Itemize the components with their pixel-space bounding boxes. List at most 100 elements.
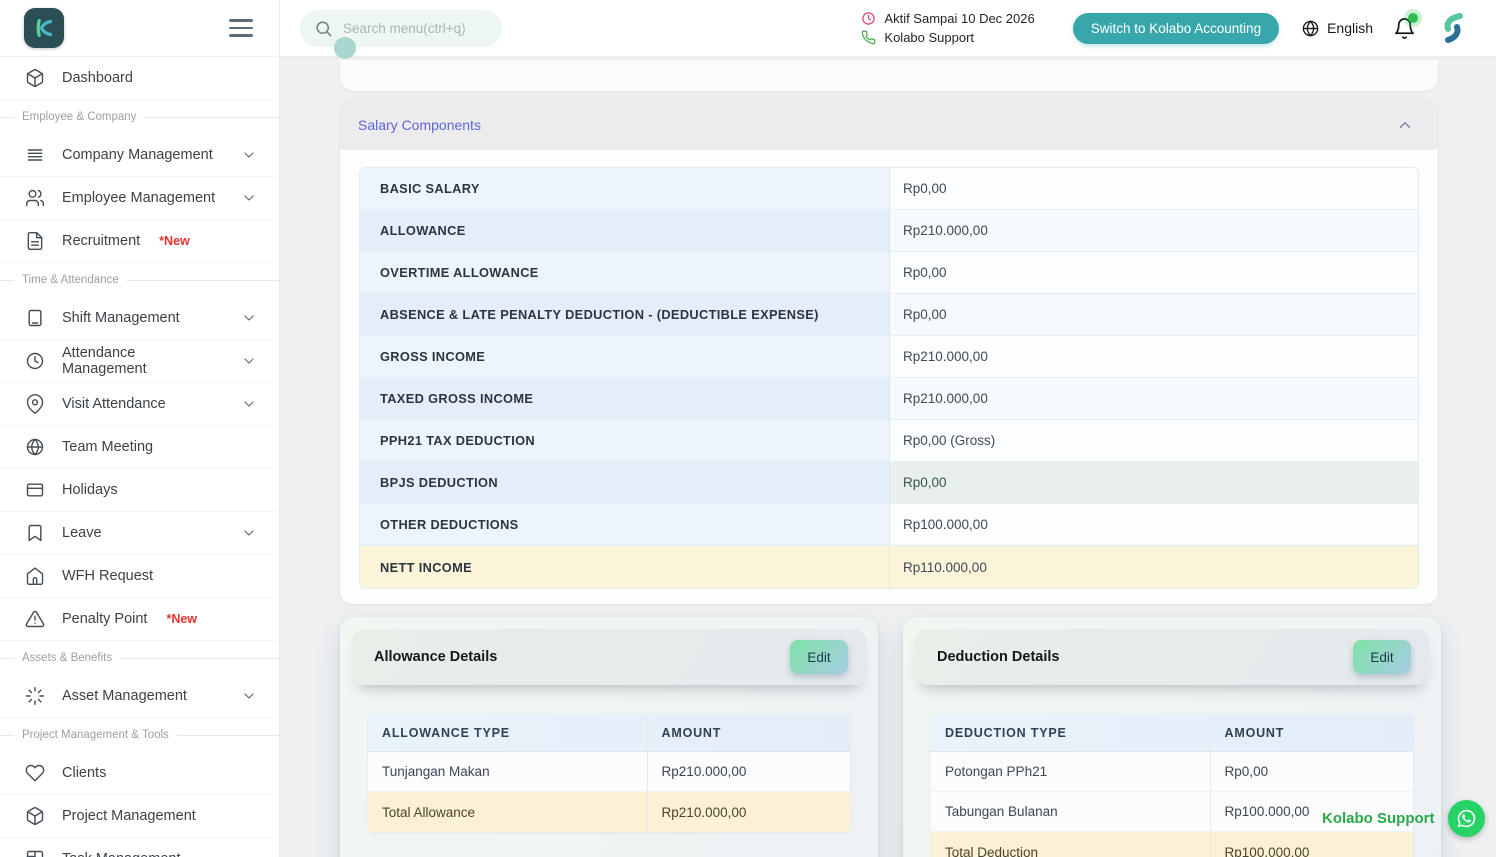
file-icon bbox=[25, 231, 45, 251]
sidebar-nav: Dashboard Employee & Company Company Man… bbox=[0, 57, 279, 857]
previous-section-card-bottom bbox=[340, 60, 1438, 91]
sidebar-section-time-attendance: Time & Attendance bbox=[0, 263, 279, 297]
active-until-row: Aktif Sampai 10 Dec 2026 bbox=[861, 11, 1034, 26]
sidebar-item-dashboard[interactable]: Dashboard bbox=[0, 57, 279, 100]
new-badge: *New bbox=[166, 612, 197, 626]
chevron-down-icon bbox=[241, 190, 257, 206]
table-row: TAXED GROSS INCOMERp210.000,00 bbox=[360, 378, 1418, 420]
support-text: Kolabo Support bbox=[884, 30, 974, 45]
chevron-down-icon bbox=[241, 396, 257, 412]
scroll-indicator-dot bbox=[334, 37, 356, 59]
deduction-card-title: Deduction Details bbox=[937, 649, 1059, 665]
sidebar: Dashboard Employee & Company Company Man… bbox=[0, 0, 280, 857]
sidebar-item-wfh-request[interactable]: WFH Request bbox=[0, 555, 279, 598]
map-pin-icon bbox=[25, 394, 45, 414]
row-value: Rp100.000,00 bbox=[890, 504, 1418, 545]
kolabo-app-logo bbox=[24, 8, 64, 48]
allowance-card-header: Allowance Details Edit bbox=[352, 629, 866, 685]
whatsapp-support-widget[interactable]: Kolabo Support bbox=[1322, 800, 1485, 837]
cube-icon bbox=[25, 68, 45, 88]
row-label: TAXED GROSS INCOME bbox=[360, 378, 890, 419]
sidebar-section-project-tools: Project Management & Tools bbox=[0, 718, 279, 752]
sidebar-item-label: Company Management bbox=[62, 147, 213, 163]
support-row: Kolabo Support bbox=[861, 30, 1034, 45]
sidebar-item-employee-management[interactable]: Employee Management bbox=[0, 177, 279, 220]
sidebar-item-asset-management[interactable]: Asset Management bbox=[0, 675, 279, 718]
sidebar-item-task-management[interactable]: Task Management bbox=[0, 838, 279, 857]
sidebar-item-company-management[interactable]: Company Management bbox=[0, 134, 279, 177]
column-header: ALLOWANCE TYPE bbox=[368, 714, 648, 751]
account-info-block: Aktif Sampai 10 Dec 2026 Kolabo Support bbox=[861, 11, 1034, 45]
allowance-type: Tunjangan Makan bbox=[368, 752, 648, 791]
hamburger-menu-icon[interactable] bbox=[229, 19, 253, 36]
sidebar-item-label: Task Management bbox=[62, 851, 180, 857]
sidebar-item-recruitment[interactable]: Recruitment *New bbox=[0, 220, 279, 263]
switch-accounting-button[interactable]: Switch to Kolabo Accounting bbox=[1073, 13, 1279, 44]
sidebar-item-label: Penalty Point bbox=[62, 611, 147, 627]
row-value: Rp210.000,00 bbox=[890, 336, 1418, 377]
row-value: Rp0,00 (Gross) bbox=[890, 420, 1418, 461]
edit-allowance-button[interactable]: Edit bbox=[790, 640, 848, 674]
phone-icon bbox=[861, 30, 876, 45]
sidebar-item-visit-attendance[interactable]: Visit Attendance bbox=[0, 383, 279, 426]
row-label: NETT INCOME bbox=[360, 546, 890, 588]
sidebar-item-leave[interactable]: Leave bbox=[0, 512, 279, 555]
whatsapp-button[interactable] bbox=[1448, 800, 1485, 837]
allowance-amount: Rp210.000,00 bbox=[648, 752, 850, 791]
table-row: BASIC SALARYRp0,00 bbox=[360, 168, 1418, 210]
row-value: Rp210.000,00 bbox=[890, 378, 1418, 419]
chevron-down-icon bbox=[241, 353, 257, 369]
row-label: ABSENCE & LATE PENALTY DEDUCTION - (DEDU… bbox=[360, 294, 890, 335]
sidebar-header bbox=[0, 0, 279, 57]
allowance-card-title: Allowance Details bbox=[374, 649, 497, 665]
globe-icon bbox=[1301, 19, 1320, 38]
bookmark-icon bbox=[25, 523, 45, 543]
table-row: ABSENCE & LATE PENALTY DEDUCTION - (DEDU… bbox=[360, 294, 1418, 336]
search-icon bbox=[314, 19, 333, 38]
sidebar-item-holidays[interactable]: Holidays bbox=[0, 469, 279, 512]
notifications-button[interactable] bbox=[1393, 17, 1416, 40]
sidebar-item-label: Visit Attendance bbox=[62, 396, 166, 412]
clock-icon bbox=[861, 11, 876, 26]
search-input-wrap[interactable] bbox=[300, 10, 502, 47]
kolabo-brand-logo bbox=[1434, 12, 1468, 44]
sidebar-item-attendance-management[interactable]: Attendance Management bbox=[0, 340, 279, 383]
deduction-type: Tabungan Bulanan bbox=[931, 792, 1211, 831]
sidebar-item-label: Attendance Management bbox=[62, 345, 224, 377]
row-label: ALLOWANCE bbox=[360, 210, 890, 251]
salary-components-table: BASIC SALARYRp0,00 ALLOWANCERp210.000,00… bbox=[359, 167, 1419, 589]
bpjs-deduction-value[interactable]: Rp0,00 bbox=[890, 462, 1418, 503]
sidebar-item-label: Dashboard bbox=[62, 70, 133, 86]
salary-components-header[interactable]: Salary Components bbox=[340, 99, 1438, 150]
table-row-nett-income: NETT INCOMERp110.000,00 bbox=[360, 546, 1418, 588]
sidebar-item-clients[interactable]: Clients bbox=[0, 752, 279, 795]
chevron-up-icon bbox=[1396, 116, 1414, 134]
whatsapp-icon bbox=[1456, 808, 1477, 829]
language-selector[interactable]: English bbox=[1301, 19, 1373, 38]
sidebar-item-label: Leave bbox=[62, 525, 102, 541]
row-label: OTHER DEDUCTIONS bbox=[360, 504, 890, 545]
table-row: GROSS INCOMERp210.000,00 bbox=[360, 336, 1418, 378]
active-until-text: Aktif Sampai 10 Dec 2026 bbox=[884, 11, 1034, 26]
topbar: Aktif Sampai 10 Dec 2026 Kolabo Support … bbox=[280, 0, 1496, 57]
row-value: Rp0,00 bbox=[890, 252, 1418, 293]
sidebar-item-label: Holidays bbox=[62, 482, 118, 498]
chevron-down-icon bbox=[241, 525, 257, 541]
sidebar-item-shift-management[interactable]: Shift Management bbox=[0, 297, 279, 340]
alert-triangle-icon bbox=[25, 609, 45, 629]
allowance-amount: Rp210.000,00 bbox=[648, 792, 850, 832]
deduction-card-header: Deduction Details Edit bbox=[915, 629, 1429, 685]
search-input[interactable] bbox=[343, 21, 483, 36]
sidebar-section-assets-benefits: Assets & Benefits bbox=[0, 641, 279, 675]
sidebar-item-team-meeting[interactable]: Team Meeting bbox=[0, 426, 279, 469]
edit-deduction-button[interactable]: Edit bbox=[1353, 640, 1411, 674]
sidebar-item-project-management[interactable]: Project Management bbox=[0, 795, 279, 838]
allowance-type: Total Allowance bbox=[368, 792, 648, 832]
sidebar-item-penalty-point[interactable]: Penalty Point *New bbox=[0, 598, 279, 641]
rows-icon bbox=[25, 145, 45, 165]
table-row: ALLOWANCERp210.000,00 bbox=[360, 210, 1418, 252]
loader-icon bbox=[25, 686, 45, 706]
notification-dot bbox=[1408, 13, 1418, 23]
card-icon bbox=[25, 480, 45, 500]
table-header-row: DEDUCTION TYPE AMOUNT bbox=[931, 714, 1413, 752]
